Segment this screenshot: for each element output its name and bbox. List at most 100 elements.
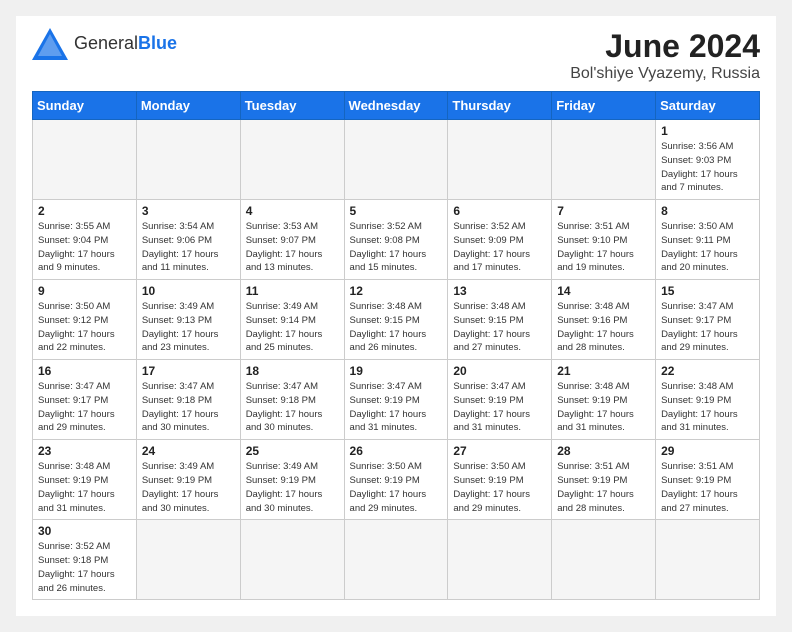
day-number: 22 — [661, 364, 754, 378]
calendar-day: 3Sunrise: 3:54 AM Sunset: 9:06 PM Daylig… — [136, 200, 240, 280]
day-number: 10 — [142, 284, 235, 298]
day-number: 30 — [38, 524, 131, 538]
day-info: Sunrise: 3:47 AM Sunset: 9:18 PM Dayligh… — [142, 380, 235, 435]
day-info: Sunrise: 3:51 AM Sunset: 9:19 PM Dayligh… — [661, 460, 754, 515]
day-number: 6 — [453, 204, 546, 218]
calendar-day: 18 Sunrise: 3:47 AM Sunset: 9:18 PM Dayli… — [240, 360, 344, 440]
day-number: 25 — [246, 444, 339, 458]
calendar-week-row: 16Sunrise: 3:47 AM Sunset: 9:17 PM Dayli… — [33, 360, 760, 440]
day-number: 13 — [453, 284, 546, 298]
day-info: Sunrise: 3:50 AM Sunset: 9:19 PM Dayligh… — [350, 460, 443, 515]
calendar-day: 23 Sunrise: 3:48 AM Sunset: 9:19 PM Dayli… — [33, 440, 137, 520]
calendar-day — [656, 520, 760, 600]
day-number: 11 — [246, 284, 339, 298]
calendar-week-row: 2Sunrise: 3:55 AM Sunset: 9:04 PM Daylig… — [33, 200, 760, 280]
calendar-day — [344, 120, 448, 200]
header-saturday: Saturday — [656, 92, 760, 120]
day-number: 23 — [38, 444, 131, 458]
calendar-day: 27 Sunrise: 3:50 AM Sunset: 9:19 PM Dayli… — [448, 440, 552, 520]
day-info: Sunrise: 3:48 AM Sunset: 9:15 PM Dayligh… — [350, 300, 443, 355]
calendar-day: 15 Sunrise: 3:47 AM Sunset: 9:17 PM Dayli… — [656, 280, 760, 360]
header-wednesday: Wednesday — [344, 92, 448, 120]
day-number: 8 — [661, 204, 754, 218]
calendar-day — [136, 120, 240, 200]
calendar-day: 30 Sunrise: 3:52 AM Sunset: 9:18 PM Dayli… — [33, 520, 137, 600]
day-number: 20 — [453, 364, 546, 378]
day-number: 7 — [557, 204, 650, 218]
day-info: Sunrise: 3:48 AM Sunset: 9:19 PM Dayligh… — [661, 380, 754, 435]
header-monday: Monday — [136, 92, 240, 120]
day-number: 5 — [350, 204, 443, 218]
calendar-day — [136, 520, 240, 600]
day-number: 2 — [38, 204, 131, 218]
day-number: 15 — [661, 284, 754, 298]
day-number: 18 — [246, 364, 339, 378]
day-info: Sunrise: 3:47 AM Sunset: 9:19 PM Dayligh… — [350, 380, 443, 435]
calendar-day: 12Sunrise: 3:48 AM Sunset: 9:15 PM Dayli… — [344, 280, 448, 360]
calendar-day: 14Sunrise: 3:48 AM Sunset: 9:16 PM Dayli… — [552, 280, 656, 360]
day-number: 28 — [557, 444, 650, 458]
day-info: Sunrise: 3:49 AM Sunset: 9:13 PM Dayligh… — [142, 300, 235, 355]
day-info: Sunrise: 3:50 AM Sunset: 9:11 PM Dayligh… — [661, 220, 754, 275]
day-number: 21 — [557, 364, 650, 378]
page-subtitle: Bol'shiye Vyazemy, Russia — [570, 65, 760, 83]
day-info: Sunrise: 3:50 AM Sunset: 9:19 PM Dayligh… — [453, 460, 546, 515]
calendar-week-row: 9 Sunrise: 3:50 AM Sunset: 9:12 PM Daylig… — [33, 280, 760, 360]
page-container: GeneralBlue June 2024 Bol'shiye Vyazemy,… — [16, 16, 776, 616]
calendar-day: 9 Sunrise: 3:50 AM Sunset: 9:12 PM Daylig… — [33, 280, 137, 360]
day-number: 9 — [38, 284, 131, 298]
calendar-day: 22 Sunrise: 3:48 AM Sunset: 9:19 PM Dayli… — [656, 360, 760, 440]
calendar-day: 19 Sunrise: 3:47 AM Sunset: 9:19 PM Dayli… — [344, 360, 448, 440]
day-info: Sunrise: 3:47 AM Sunset: 9:17 PM Dayligh… — [661, 300, 754, 355]
calendar-week-row: 23 Sunrise: 3:48 AM Sunset: 9:19 PM Dayli… — [33, 440, 760, 520]
calendar-day: 8 Sunrise: 3:50 AM Sunset: 9:11 PM Daylig… — [656, 200, 760, 280]
day-info: Sunrise: 3:49 AM Sunset: 9:19 PM Dayligh… — [142, 460, 235, 515]
title-area: June 2024 Bol'shiye Vyazemy, Russia — [570, 28, 760, 83]
calendar-day — [344, 520, 448, 600]
day-info: Sunrise: 3:50 AM Sunset: 9:12 PM Dayligh… — [38, 300, 131, 355]
day-info: Sunrise: 3:56 AM Sunset: 9:03 PM Dayligh… — [661, 140, 754, 195]
calendar-day — [240, 520, 344, 600]
day-info: Sunrise: 3:49 AM Sunset: 9:14 PM Dayligh… — [246, 300, 339, 355]
header-thursday: Thursday — [448, 92, 552, 120]
header-sunday: Sunday — [33, 92, 137, 120]
calendar-day: 28Sunrise: 3:51 AM Sunset: 9:19 PM Dayli… — [552, 440, 656, 520]
calendar-day: 24 Sunrise: 3:49 AM Sunset: 9:19 PM Dayli… — [136, 440, 240, 520]
calendar-day: 11 Sunrise: 3:49 AM Sunset: 9:14 PM Dayli… — [240, 280, 344, 360]
calendar-day: 29Sunrise: 3:51 AM Sunset: 9:19 PM Dayli… — [656, 440, 760, 520]
calendar-day — [448, 120, 552, 200]
logo: GeneralBlue — [32, 28, 177, 60]
day-info: Sunrise: 3:47 AM Sunset: 9:19 PM Dayligh… — [453, 380, 546, 435]
calendar-day: 7 Sunrise: 3:51 AM Sunset: 9:10 PM Daylig… — [552, 200, 656, 280]
day-number: 26 — [350, 444, 443, 458]
calendar-day: 2Sunrise: 3:55 AM Sunset: 9:04 PM Daylig… — [33, 200, 137, 280]
day-number: 14 — [557, 284, 650, 298]
day-number: 16 — [38, 364, 131, 378]
calendar-day: 5Sunrise: 3:52 AM Sunset: 9:08 PM Daylig… — [344, 200, 448, 280]
day-info: Sunrise: 3:47 AM Sunset: 9:18 PM Dayligh… — [246, 380, 339, 435]
page-title: June 2024 — [570, 28, 760, 65]
day-info: Sunrise: 3:52 AM Sunset: 9:09 PM Dayligh… — [453, 220, 546, 275]
day-info: Sunrise: 3:53 AM Sunset: 9:07 PM Dayligh… — [246, 220, 339, 275]
day-info: Sunrise: 3:51 AM Sunset: 9:10 PM Dayligh… — [557, 220, 650, 275]
day-info: Sunrise: 3:48 AM Sunset: 9:19 PM Dayligh… — [38, 460, 131, 515]
day-info: Sunrise: 3:48 AM Sunset: 9:19 PM Dayligh… — [557, 380, 650, 435]
day-info: Sunrise: 3:49 AM Sunset: 9:19 PM Dayligh… — [246, 460, 339, 515]
day-number: 19 — [350, 364, 443, 378]
calendar-day: 16Sunrise: 3:47 AM Sunset: 9:17 PM Dayli… — [33, 360, 137, 440]
calendar-week-row: 1Sunrise: 3:56 AM Sunset: 9:03 PM Daylig… — [33, 120, 760, 200]
day-number: 3 — [142, 204, 235, 218]
calendar-day: 20 Sunrise: 3:47 AM Sunset: 9:19 PM Dayli… — [448, 360, 552, 440]
day-number: 24 — [142, 444, 235, 458]
calendar-day: 13Sunrise: 3:48 AM Sunset: 9:15 PM Dayli… — [448, 280, 552, 360]
calendar-day — [552, 120, 656, 200]
calendar-day: 6 Sunrise: 3:52 AM Sunset: 9:09 PM Daylig… — [448, 200, 552, 280]
day-number: 27 — [453, 444, 546, 458]
calendar-day — [448, 520, 552, 600]
day-info: Sunrise: 3:52 AM Sunset: 9:18 PM Dayligh… — [38, 540, 131, 595]
calendar-day — [33, 120, 137, 200]
calendar-day — [552, 520, 656, 600]
logo-text: GeneralBlue — [74, 33, 177, 55]
calendar-day: 1Sunrise: 3:56 AM Sunset: 9:03 PM Daylig… — [656, 120, 760, 200]
header-friday: Friday — [552, 92, 656, 120]
